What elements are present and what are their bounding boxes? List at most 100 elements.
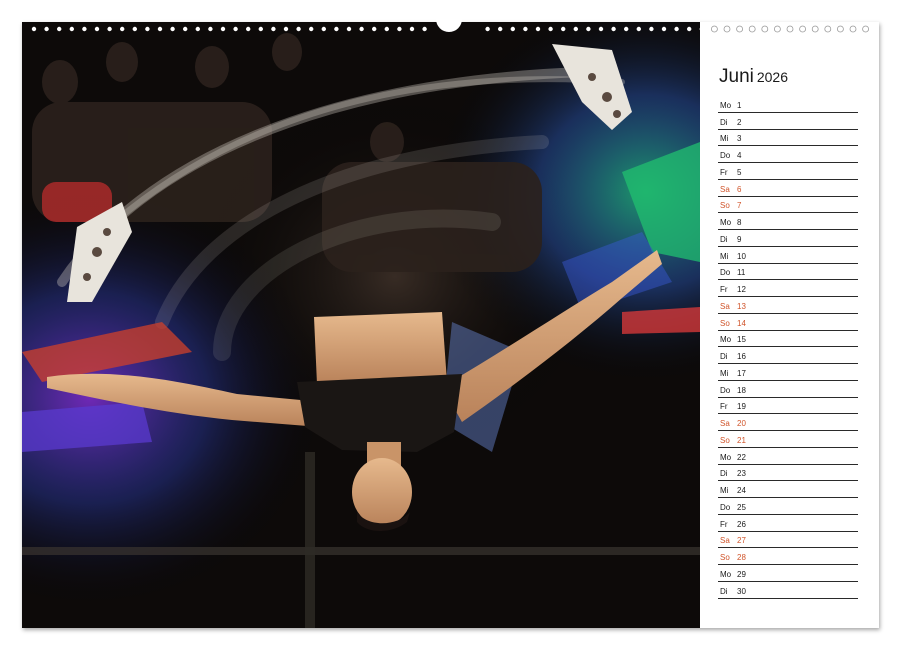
- weekday-label: Sa: [720, 185, 736, 194]
- day-row: Di23: [718, 465, 858, 482]
- breakdancer-photo: [22, 22, 700, 628]
- binding-hole: [599, 27, 603, 31]
- binding-hole: [347, 27, 351, 31]
- day-number: 8: [737, 218, 741, 227]
- day-row: Fr5: [718, 163, 858, 180]
- binding-hole: [334, 27, 338, 31]
- binding-hole: [57, 27, 61, 31]
- day-row: So7: [718, 197, 858, 214]
- binding-hole: [649, 27, 653, 31]
- day-number: 27: [737, 536, 746, 545]
- binding-hole: [170, 27, 174, 31]
- weekday-label: Di: [720, 118, 736, 127]
- binding-hole: [133, 27, 137, 31]
- binding-hole: [574, 27, 578, 31]
- day-row: So14: [718, 314, 858, 331]
- day-number: 15: [737, 335, 746, 344]
- binding-hole: [787, 26, 793, 32]
- binding-hole: [44, 27, 48, 31]
- day-number: 13: [737, 302, 746, 311]
- day-row: Mi3: [718, 130, 858, 147]
- month-calendar: Juni2026 Mo1Di2Mi3Do4Fr5Sa6So7Mo8Di9Mi10…: [718, 66, 858, 599]
- binding-hole: [523, 27, 527, 31]
- weekday-label: Mi: [720, 369, 736, 378]
- binding-hole: [284, 27, 288, 31]
- weekday-label: So: [720, 553, 736, 562]
- day-number: 24: [737, 486, 746, 495]
- weekday-label: Do: [720, 386, 736, 395]
- day-number: 21: [737, 436, 746, 445]
- day-number: 19: [737, 402, 746, 411]
- day-number: 14: [737, 319, 746, 328]
- binding-hole: [120, 27, 124, 31]
- binding-hole: [246, 27, 250, 31]
- day-number: 3: [737, 134, 741, 143]
- binding-hole: [674, 27, 678, 31]
- day-row: Do25: [718, 498, 858, 515]
- month-heading: Juni2026: [719, 66, 858, 96]
- weekday-label: Do: [720, 151, 736, 160]
- weekday-label: Mo: [720, 453, 736, 462]
- binding-hole: [221, 27, 225, 31]
- day-row: So21: [718, 431, 858, 448]
- weekday-label: Mi: [720, 252, 736, 261]
- day-number: 11: [737, 268, 745, 277]
- weekday-label: Mo: [720, 218, 736, 227]
- binding-hole: [687, 27, 691, 31]
- binding-hole: [410, 27, 414, 31]
- day-number: 1: [737, 101, 741, 110]
- binding-hole: [737, 26, 743, 32]
- weekday-label: Mi: [720, 134, 736, 143]
- binding-hole: [511, 27, 515, 31]
- binding-hole: [724, 26, 730, 32]
- day-row: Do4: [718, 146, 858, 163]
- day-row: Sa13: [718, 297, 858, 314]
- binding-hole: [498, 27, 502, 31]
- binding-hole: [850, 26, 856, 32]
- weekday-label: So: [720, 201, 736, 210]
- day-row: Mo1: [718, 96, 858, 113]
- month-year: 2026: [757, 69, 788, 85]
- binding-hole: [774, 26, 780, 32]
- day-number: 12: [737, 285, 746, 294]
- day-row: Di2: [718, 113, 858, 130]
- binding-hole: [107, 27, 111, 31]
- weekday-label: Fr: [720, 285, 736, 294]
- day-number: 5: [737, 168, 741, 177]
- day-number: 2: [737, 118, 741, 127]
- binding-hole: [95, 27, 99, 31]
- day-row: Fr19: [718, 398, 858, 415]
- day-row: Fr12: [718, 280, 858, 297]
- weekday-label: Di: [720, 587, 736, 596]
- day-number: 4: [737, 151, 741, 160]
- binding-hole: [359, 27, 363, 31]
- weekday-label: Di: [720, 469, 736, 478]
- binding-hole: [762, 26, 768, 32]
- weekday-label: Fr: [720, 402, 736, 411]
- day-row: Mo15: [718, 331, 858, 348]
- day-row: Mo8: [718, 213, 858, 230]
- day-number: 16: [737, 352, 746, 361]
- weekday-label: Di: [720, 352, 736, 361]
- day-row: Di16: [718, 347, 858, 364]
- binding-hole: [586, 27, 590, 31]
- day-number: 9: [737, 235, 741, 244]
- binding-hole: [662, 27, 666, 31]
- binding-hole: [711, 26, 717, 32]
- day-row: So28: [718, 548, 858, 565]
- binding-hole: [837, 26, 843, 32]
- weekday-label: Sa: [720, 302, 736, 311]
- day-number: 25: [737, 503, 746, 512]
- binding-hole: [296, 27, 300, 31]
- binding-hole: [825, 26, 831, 32]
- day-number: 20: [737, 419, 746, 428]
- day-row: Sa20: [718, 414, 858, 431]
- binding-hole: [863, 26, 869, 32]
- weekday-label: Mi: [720, 486, 736, 495]
- binding-hole: [158, 27, 162, 31]
- day-number: 10: [737, 252, 746, 261]
- weekday-label: Sa: [720, 419, 736, 428]
- binding-hole: [624, 27, 628, 31]
- binding-hole: [385, 27, 389, 31]
- calendar-sheet: Juni2026 Mo1Di2Mi3Do4Fr5Sa6So7Mo8Di9Mi10…: [22, 22, 879, 628]
